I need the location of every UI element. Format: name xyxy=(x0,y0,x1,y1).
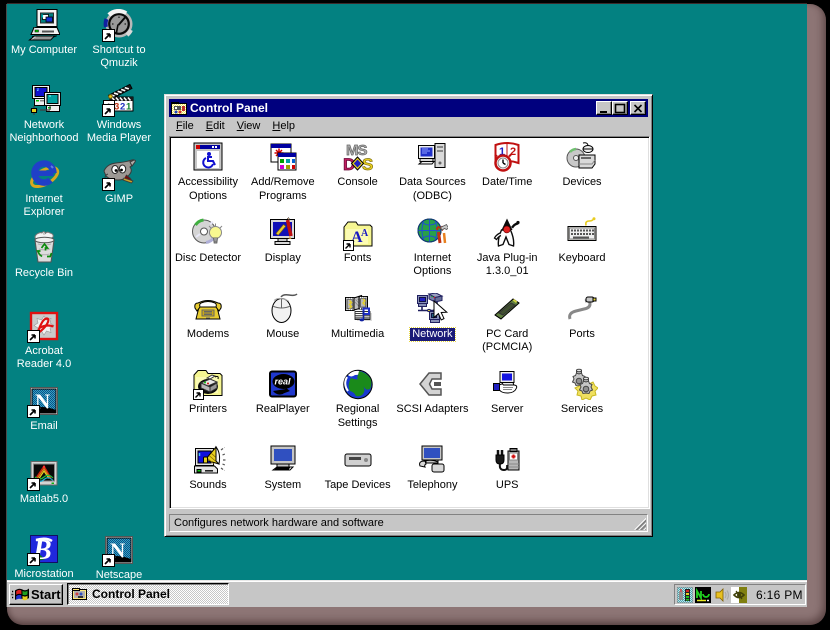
svg-text:1: 1 xyxy=(126,102,132,113)
svg-text:real: real xyxy=(274,377,291,387)
svg-text:2: 2 xyxy=(120,102,125,113)
svg-text:A: A xyxy=(361,228,369,239)
svg-text:2: 2 xyxy=(510,146,516,158)
